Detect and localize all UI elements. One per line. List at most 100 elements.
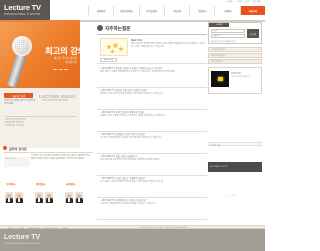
top-links: HOME LOGIN JOIN SITEMAP <box>227 1 261 3</box>
intro-banner[interactable]: LECTURE TV 소개 <box>208 162 262 172</box>
visual-link-list: · 최신 강의 업데이트 안내 · 이달의 추천 강좌 소개 · 수강생 학습 … <box>4 118 76 128</box>
top-link-login[interactable]: LOGIN <box>236 1 242 3</box>
logo-subtitle: 2008 EDUCATIONAL TV LECTURE <box>4 12 41 16</box>
faq-item[interactable]: › LECTURE TV 강의 동영상이 재생되지 않아요. 플레이어 설치 여… <box>97 109 207 131</box>
nav-item-3[interactable]: 온라인강좌 <box>138 6 164 15</box>
visual-link[interactable]: · 수강생 학습 후기 모음 <box>4 124 76 127</box>
divider <box>3 152 93 153</box>
star-icon <box>106 44 112 50</box>
more-button[interactable]: more view <box>100 58 117 62</box>
top-link-home[interactable]: HOME <box>227 1 233 3</box>
faq-item[interactable]: › LECTURE TV 교재는 별도로 구매해야 하나요? 일부 강좌는 교재… <box>97 175 207 197</box>
nav-item-4[interactable]: 수강신청 <box>163 6 190 15</box>
faq-question: › LECTURE TV 모바일에서도 수강이 가능한가요? <box>100 198 205 202</box>
faq-answer: 로그인 후 마이페이지의 회원정보 수정 메뉴에서 변경하실 수 있습니다. <box>100 137 162 139</box>
faq-title: 자주하는질문 <box>105 26 131 32</box>
faq-section: 자주하는질문 Best FAQ 강의 수강신청 방법에 대해 궁금하신 분은 아… <box>97 24 207 222</box>
main-nav: 강의안내 학습지원센터 온라인강좌 수강신청 학습관리 고객센터 커뮤니티 <box>88 6 265 15</box>
teacher-card[interactable]: 영어강사 <box>33 182 61 218</box>
pager-dot[interactable] <box>58 69 63 71</box>
lecture-visual-subtitle: 다양한 강의 영상을 만나보세요 <box>42 100 68 102</box>
faq-question-text: LECTURE TV 회원정보 수정은 어디서 하나요? <box>101 133 146 136</box>
star-icon <box>110 49 115 54</box>
hero-banner[interactable]: 최고의 강의 새로운 학습의 방향을 제시합니다 <box>0 22 80 88</box>
teacher-photo <box>15 192 23 203</box>
quick-link-label: 교재 구매 안내 <box>211 61 223 63</box>
microphone-grille <box>15 39 29 53</box>
nav-item-1[interactable]: 강의안내 <box>88 6 114 15</box>
teacher-photo <box>65 192 73 203</box>
faq-question: › LECTURE TV 강좌의 수강기간은 어떻게 되나요? <box>100 88 205 92</box>
faq-answer: 강좌마다 수강기간이 다르며 상세 안내 페이지에서 확인하실 수 있습니다. <box>100 93 164 95</box>
pager-dot[interactable] <box>64 69 68 71</box>
hero-title: 최고의 강의 <box>45 47 80 57</box>
faq-header: 자주하는질문 <box>97 24 207 33</box>
quick-link-enroll[interactable]: 수강신청 바로가기 › <box>208 47 262 52</box>
login-button[interactable]: 로그인 <box>247 29 259 38</box>
faq-question-text: LECTURE TV 강좌를 신청한 후 강의는 언제부터 들을 수 있나요? <box>101 67 163 70</box>
special-lecture-title: 온라인 특강 <box>231 73 241 75</box>
faq-question: › LECTURE TV 교재는 별도로 구매해야 하나요? <box>100 176 205 180</box>
teacher-photo <box>35 192 43 203</box>
light-icon <box>218 77 223 81</box>
faq-question-text: LECTURE TV 강의 동영상이 재생되지 않아요. <box>101 111 145 114</box>
faq-item[interactable]: › LECTURE TV 회원정보 수정은 어디서 하나요? 로그인 후 마이페… <box>97 131 207 153</box>
pager-dot[interactable] <box>53 69 57 71</box>
faq-item[interactable]: › LECTURE TV 강좌의 수강기간은 어떻게 되나요? 강좌마다 수강기… <box>97 87 207 109</box>
teacher-card[interactable]: 국어강사 <box>63 182 91 218</box>
divider <box>97 34 207 35</box>
logo[interactable]: Lecture TV 2008 EDUCATIONAL TV LECTURE <box>0 0 50 20</box>
nav-item-7[interactable]: 커뮤니티 <box>239 6 265 15</box>
password-input[interactable] <box>211 34 245 38</box>
top-bar: Lecture TV 2008 EDUCATIONAL TV LECTURE H… <box>0 0 265 20</box>
faq-featured[interactable]: Best FAQ 강의 수강신청 방법에 대해 궁금하신 분은 아래의 안내를 … <box>97 36 207 58</box>
quick-link-free[interactable]: 무료강좌 체험하기 › <box>208 53 262 58</box>
instructors-label: INSTRUCTOR <box>4 157 30 167</box>
lecture-visual-title: LECTURE VISUAL <box>39 94 77 99</box>
pagination[interactable]: 1 2 3 4 <box>228 195 235 197</box>
instructors-title: 금주의 강사진 <box>9 146 27 151</box>
teacher-photo <box>75 192 83 203</box>
top-link-sitemap[interactable]: SITEMAP <box>252 1 261 3</box>
teacher-card[interactable]: 수학강사 <box>3 182 31 218</box>
nav-item-2[interactable]: 학습지원센터 <box>113 6 139 15</box>
hero-pager[interactable] <box>53 69 68 71</box>
faq-item[interactable]: › LECTURE TV 환불 규정이 궁금합니다. 수강 진도율에 따라 환불… <box>97 153 207 175</box>
faq-answer: 스마트폰과 태블릿에서도 동일하게 강의를 수강하실 수 있습니다. <box>100 203 157 205</box>
quick-link-label: 수강신청 바로가기 <box>211 49 226 51</box>
footer-contact: TEL 02-000-0000 FAX 02-000-0000 <box>4 243 40 245</box>
teacher-name: 국어강사 <box>66 183 76 186</box>
chevron-right-icon: › <box>258 55 259 58</box>
faq-answer: 플레이어 설치 여부를 확인하시고 브라우저 설정을 점검해 주시기 바랍니다. <box>100 115 166 117</box>
faq-question: › LECTURE TV 환불 규정이 궁금합니다. <box>100 154 205 158</box>
login-tab[interactable]: LOGIN <box>209 23 229 27</box>
footer-logo: Lecture TV <box>4 234 41 241</box>
faq-question-text: LECTURE TV 모바일에서도 수강이 가능한가요? <box>101 199 147 202</box>
video-thumbnail <box>211 71 229 87</box>
star-icon <box>112 42 119 49</box>
study-plan-button[interactable]: 자율학습 플랜 <box>4 93 33 98</box>
study-plan-text: 나만의 학습계획을 세우고 효과적으로 공부하세요 <box>4 100 36 105</box>
divider <box>97 63 207 64</box>
divider <box>4 116 76 117</box>
faq-question-text: LECTURE TV 교재는 별도로 구매해야 하나요? <box>101 177 146 180</box>
teacher-list: 수학강사 영어강사 국어강사 <box>3 182 93 222</box>
quick-link-books[interactable]: 교재 구매 안내 › <box>208 59 262 64</box>
event-banner-label: 이벤트 안내 <box>211 144 221 147</box>
login-options[interactable]: 회원가입 | 아이디/비밀번호 찾기 <box>211 40 235 43</box>
top-link-join[interactable]: JOIN <box>245 1 249 3</box>
faq-question: › LECTURE TV 회원정보 수정은 어디서 하나요? <box>100 132 205 136</box>
faq-answer: 일부 강좌는 교재가 포함되어 있으며 별도 구매가 필요한 강좌도 있습니다. <box>100 181 164 183</box>
nav-item-6[interactable]: 고객센터 <box>214 6 240 15</box>
username-input[interactable] <box>211 29 245 33</box>
special-lecture-banner[interactable]: 온라인 특강 LED 조명 특강 바로보기 <box>208 67 262 94</box>
nav-item-5[interactable]: 학습관리 <box>189 6 215 15</box>
event-banner[interactable]: 이벤트 안내 <box>208 142 262 147</box>
faq-item[interactable]: › LECTURE TV 모바일에서도 수강이 가능한가요? 스마트폰과 태블릿… <box>97 197 207 219</box>
faq-item[interactable]: › LECTURE TV 강좌를 신청한 후 강의는 언제부터 들을 수 있나요… <box>97 65 207 87</box>
chevron-right-icon: › <box>258 49 259 52</box>
chevron-right-icon: › <box>258 61 259 64</box>
bullet-icon <box>3 146 7 150</box>
faq-icon <box>97 25 103 31</box>
divider <box>97 218 207 219</box>
